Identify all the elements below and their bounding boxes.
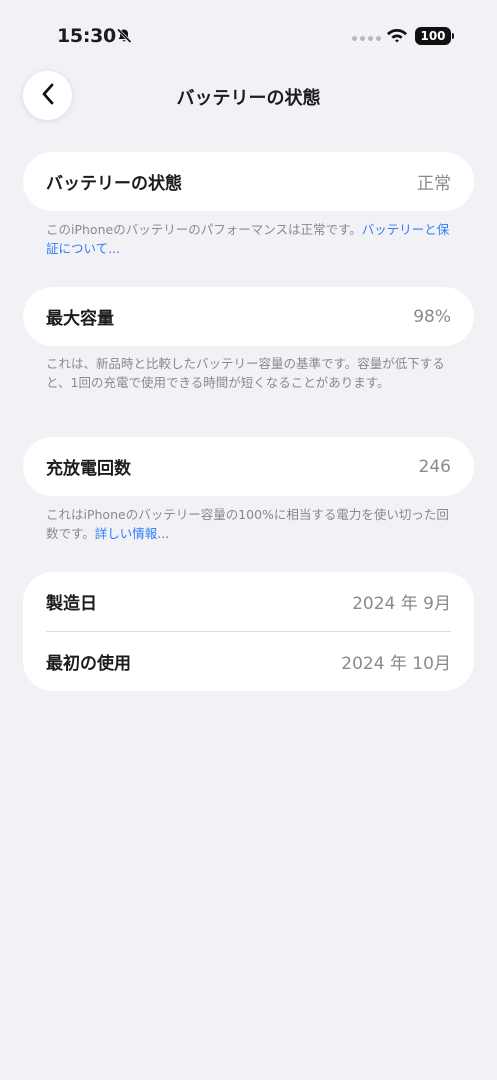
battery-level: 100: [420, 29, 446, 43]
battery-health-note: このiPhoneのバッテリーのパフォーマンスは正常です。: [46, 222, 362, 237]
battery-health-card: バッテリーの状態 正常: [23, 152, 474, 211]
manufacture-date-label: 製造日: [46, 594, 97, 614]
battery-health-footnote: このiPhoneのバッテリーのパフォーマンスは正常です。バッテリーと保証について…: [46, 220, 456, 258]
cycle-count-footnote: これはiPhoneのバッテリー容量の100%に相当する電力を使い切った回数です。…: [46, 505, 456, 543]
cycle-count-card: 充放電回数 246: [23, 437, 474, 496]
battery-health-label: バッテリーの状態: [46, 174, 182, 194]
max-capacity-card: 最大容量 98%: [23, 287, 474, 346]
max-capacity-footnote: これは、新品時と比較したバッテリー容量の基準です。容量が低下すると、1回の充電で…: [46, 354, 456, 392]
max-capacity-note: これは、新品時と比較したバッテリー容量の基準です。容量が低下すると、1回の充電で…: [46, 356, 445, 390]
cycle-count-value: 246: [418, 456, 451, 477]
status-bar: 15:30 100: [0, 0, 497, 70]
max-capacity-label: 最大容量: [46, 309, 114, 329]
battery-health-value: 正常: [417, 174, 451, 194]
status-time: 15:30: [57, 25, 116, 47]
battery-health-row: バッテリーの状態 正常: [23, 152, 474, 211]
first-use-value: 2024 年 10月: [341, 654, 451, 674]
manufacture-date-value: 2024 年 9月: [352, 594, 451, 614]
more-info-link[interactable]: 詳しい情報...: [95, 526, 169, 541]
wifi-icon: [386, 26, 408, 48]
cycle-count-label: 充放電回数: [46, 459, 131, 479]
dates-card: 製造日 2024 年 9月 最初の使用 2024 年 10月: [23, 572, 474, 691]
max-capacity-value: 98%: [413, 306, 451, 327]
first-use-label: 最初の使用: [46, 654, 131, 674]
battery-icon: 100: [415, 27, 454, 45]
bell-slash-icon: [116, 28, 132, 48]
page-title: バッテリーの状態: [176, 88, 321, 109]
manufacture-date-row: 製造日 2024 年 9月: [23, 572, 474, 631]
cellular-signal-icon: [352, 36, 381, 41]
first-use-row: 最初の使用 2024 年 10月: [23, 632, 474, 691]
max-capacity-row: 最大容量 98%: [23, 287, 474, 346]
cycle-count-row: 充放電回数 246: [23, 437, 474, 496]
